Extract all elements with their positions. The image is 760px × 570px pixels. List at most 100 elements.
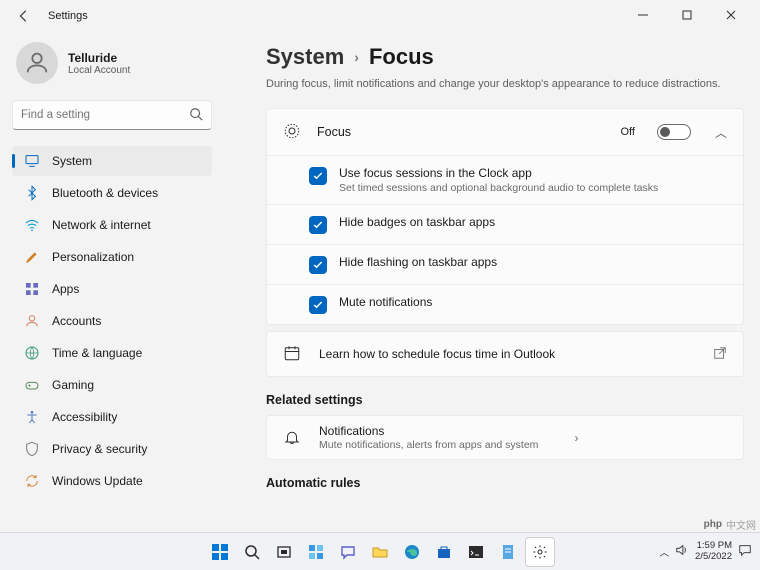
sidebar-item-label: Personalization — [52, 250, 134, 264]
sidebar-item-label: Windows Update — [52, 474, 143, 488]
automatic-rules-heading: Automatic rules — [266, 476, 744, 490]
search-input[interactable] — [21, 109, 189, 121]
sidebar-item-personalization[interactable]: Personalization — [12, 242, 212, 272]
outlook-link-card[interactable]: Learn how to schedule focus time in Outl… — [266, 331, 744, 377]
person-icon — [24, 313, 40, 329]
taskbar: ︿ 1:59 PM 2/5/2022 — [0, 532, 760, 570]
open-external-icon — [713, 346, 727, 363]
option-label: Mute notifications — [339, 295, 432, 309]
apps-icon — [24, 281, 40, 297]
sidebar-item-label: Bluetooth & devices — [52, 186, 158, 200]
profile-button[interactable]: Telluride Local Account — [12, 32, 212, 100]
terminal-button[interactable] — [461, 537, 491, 567]
sidebar-item-label: Accessibility — [52, 410, 117, 424]
focus-label: Focus — [317, 125, 351, 139]
close-button[interactable] — [718, 9, 744, 23]
accessibility-icon — [24, 409, 40, 425]
sidebar-item-privacy-security[interactable]: Privacy & security — [12, 434, 212, 464]
task-view-button[interactable] — [269, 537, 299, 567]
taskbar-search-button[interactable] — [237, 537, 267, 567]
focus-icon — [283, 122, 301, 143]
focus-card: Focus Off ︿ Use focus sessions in the Cl… — [266, 108, 744, 325]
option-sub: Set timed sessions and optional backgrou… — [339, 182, 658, 194]
notifications-sub: Mute notifications, alerts from apps and… — [319, 439, 538, 451]
option-label: Hide badges on taskbar apps — [339, 215, 495, 229]
clock[interactable]: 1:59 PM 2/5/2022 — [695, 541, 732, 563]
minimize-button[interactable] — [630, 9, 656, 23]
sidebar-item-label: Accounts — [52, 314, 101, 328]
breadcrumb-current: Focus — [369, 44, 434, 70]
titlebar: Settings — [0, 0, 760, 32]
chevron-up-icon[interactable]: ︿ — [715, 124, 727, 141]
bluetooth-icon — [24, 185, 40, 201]
chevron-right-icon: › — [574, 431, 578, 445]
avatar-icon — [16, 42, 58, 84]
globe-icon — [24, 345, 40, 361]
sidebar-item-label: Privacy & security — [52, 442, 147, 456]
chat-button[interactable] — [333, 537, 363, 567]
option-label: Hide flashing on taskbar apps — [339, 255, 497, 269]
notifications-tray-icon[interactable] — [738, 543, 752, 560]
notepad-button[interactable] — [493, 537, 523, 567]
window-title: Settings — [48, 10, 88, 22]
focus-option[interactable]: Mute notifications — [267, 284, 743, 324]
gamepad-icon — [24, 377, 40, 393]
focus-option[interactable]: Use focus sessions in the Clock app Set t… — [267, 156, 743, 204]
start-button[interactable] — [205, 537, 235, 567]
main-content: System › Focus During focus, limit notif… — [220, 32, 760, 532]
volume-icon[interactable] — [675, 543, 689, 560]
search-box[interactable] — [12, 100, 212, 130]
breadcrumb-parent[interactable]: System — [266, 44, 344, 70]
chevron-right-icon: › — [354, 49, 359, 65]
sidebar-item-apps[interactable]: Apps — [12, 274, 212, 304]
edge-button[interactable] — [397, 537, 427, 567]
widgets-button[interactable] — [301, 537, 331, 567]
checkbox-icon[interactable] — [309, 216, 327, 234]
user-account: Local Account — [68, 65, 130, 76]
user-name: Telluride — [68, 51, 130, 65]
calendar-icon — [283, 344, 301, 365]
sidebar-item-label: System — [52, 154, 92, 168]
settings-taskbar-button[interactable] — [525, 537, 555, 567]
wifi-icon — [24, 217, 40, 233]
back-button[interactable] — [10, 2, 38, 30]
checkbox-icon[interactable] — [309, 256, 327, 274]
shield-icon — [24, 441, 40, 457]
checkbox-icon[interactable] — [309, 167, 327, 185]
sidebar-item-accounts[interactable]: Accounts — [12, 306, 212, 336]
focus-card-header[interactable]: Focus Off ︿ — [267, 109, 743, 155]
sidebar-item-bluetooth-devices[interactable]: Bluetooth & devices — [12, 178, 212, 208]
maximize-button[interactable] — [674, 9, 700, 23]
sidebar-item-network-internet[interactable]: Network & internet — [12, 210, 212, 240]
checkbox-icon[interactable] — [309, 296, 327, 314]
page-description: During focus, limit notifications and ch… — [266, 78, 744, 90]
focus-option[interactable]: Hide badges on taskbar apps — [267, 204, 743, 244]
outlook-link-label: Learn how to schedule focus time in Outl… — [319, 347, 555, 361]
sidebar-item-accessibility[interactable]: Accessibility — [12, 402, 212, 432]
sidebar: Telluride Local Account System Bluetooth … — [0, 32, 220, 532]
tray-chevron-icon[interactable]: ︿ — [660, 545, 670, 559]
sidebar-item-gaming[interactable]: Gaming — [12, 370, 212, 400]
display-icon — [24, 153, 40, 169]
sidebar-item-time-language[interactable]: Time & language — [12, 338, 212, 368]
focus-toggle[interactable] — [657, 124, 691, 140]
focus-state-label: Off — [621, 126, 635, 138]
sidebar-item-windows-update[interactable]: Windows Update — [12, 466, 212, 496]
watermark: php中文网 — [704, 517, 756, 532]
focus-option[interactable]: Hide flashing on taskbar apps — [267, 244, 743, 284]
update-icon — [24, 473, 40, 489]
sidebar-item-system[interactable]: System — [12, 146, 212, 176]
search-icon — [189, 107, 203, 124]
bell-icon — [283, 427, 301, 448]
sidebar-item-label: Network & internet — [52, 218, 151, 232]
notifications-card[interactable]: Notifications Mute notifications, alerts… — [266, 415, 744, 460]
store-button[interactable] — [429, 537, 459, 567]
notifications-title: Notifications — [319, 424, 538, 438]
file-explorer-button[interactable] — [365, 537, 395, 567]
sidebar-item-label: Gaming — [52, 378, 94, 392]
sidebar-item-label: Time & language — [52, 346, 142, 360]
brush-icon — [24, 249, 40, 265]
sidebar-item-label: Apps — [52, 282, 79, 296]
option-label: Use focus sessions in the Clock app — [339, 166, 658, 180]
related-settings-heading: Related settings — [266, 393, 744, 407]
